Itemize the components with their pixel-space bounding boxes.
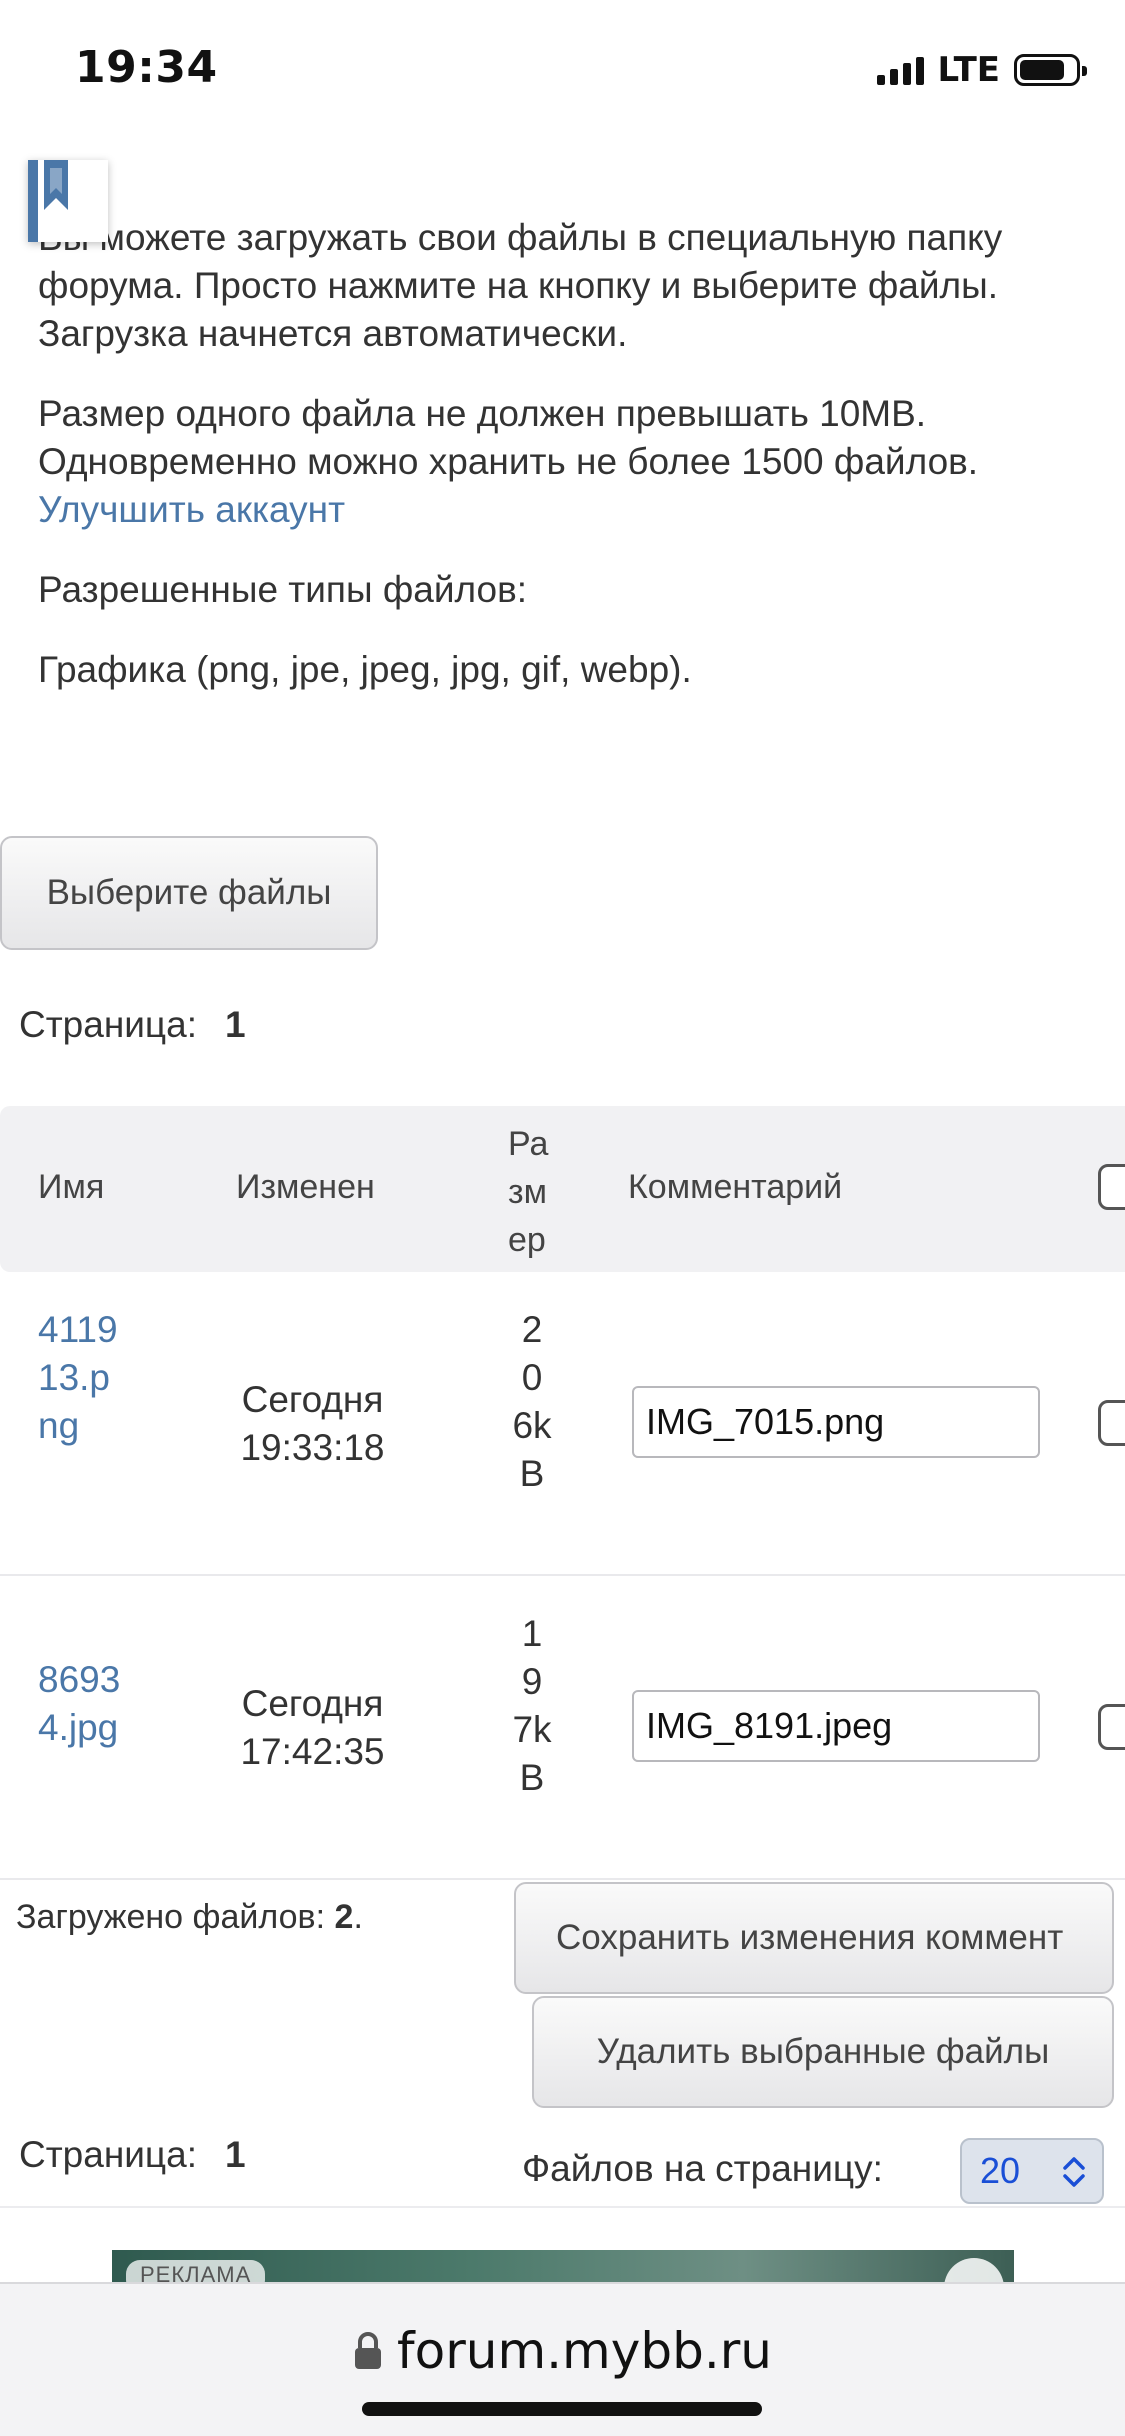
per-page-label: Файлов на страницу: — [522, 2148, 883, 2189]
save-comments-button[interactable]: Сохранить изменения коммент — [514, 1882, 1114, 1994]
uploaded-number: 2 — [334, 1898, 354, 1936]
bookmark-button[interactable] — [28, 160, 108, 242]
delete-selected-button[interactable]: Удалить выбранные файлы — [532, 1996, 1114, 2108]
modified-time: 17:42:35 — [240, 1731, 385, 1772]
per-page-select[interactable]: 20 — [960, 2138, 1104, 2204]
file-name-link[interactable]: 411913.png — [38, 1306, 128, 1450]
status-bar: 19:34 LTE — [0, 0, 1125, 125]
status-indicators: LTE — [876, 50, 1087, 90]
per-page-value: 20 — [980, 2150, 1021, 2191]
header-comment: Комментарий — [628, 1168, 843, 1206]
file-name-link[interactable]: 86934.jpg — [38, 1656, 128, 1752]
home-indicator[interactable] — [362, 2402, 762, 2416]
upgrade-account-link[interactable]: Улучшить аккаунт — [38, 489, 345, 530]
pager-label: Страница: — [19, 2134, 197, 2175]
uploaded-label: Загружено файлов: — [16, 1898, 326, 1936]
file-modified: Сегодня 19:33:18 — [200, 1376, 425, 1472]
browser-address-bar[interactable]: forum.mybb.ru — [0, 2282, 1125, 2436]
info-paragraph-2: Размер одного файла не должен превышать … — [38, 390, 1108, 534]
file-modified: Сегодня 17:42:35 — [200, 1680, 425, 1776]
modified-day: Сегодня — [241, 1379, 384, 1420]
row-select-checkbox[interactable] — [1098, 1400, 1125, 1446]
header-modified: Изменен — [236, 1168, 375, 1206]
pager-bottom: Страница: 1 — [19, 2134, 246, 2176]
allowed-types-label: Разрешенные типы файлов: — [38, 569, 528, 610]
choose-files-button[interactable]: Выберите файлы — [0, 836, 378, 950]
row-select-checkbox[interactable] — [1098, 1704, 1125, 1750]
modified-day: Сегодня — [241, 1683, 384, 1724]
row-divider — [0, 1574, 1125, 1576]
pager-current-page[interactable]: 1 — [225, 2134, 246, 2175]
header-name: Имя — [38, 1168, 105, 1206]
files-table-header: Имя Изменен Размер Комментарий — [0, 1106, 1125, 1272]
info-paragraph-1: Вы можете загружать свои файлы в специал… — [38, 217, 1003, 354]
header-size: Размер — [508, 1125, 549, 1259]
select-arrows-icon — [1063, 2157, 1085, 2187]
pager-top: Страница: 1 — [19, 1004, 246, 1046]
modified-time: 19:33:18 — [240, 1427, 385, 1468]
file-size: 197kB — [512, 1613, 552, 1798]
address-field[interactable]: forum.mybb.ru — [0, 2322, 1125, 2380]
battery-icon — [1014, 54, 1087, 86]
signal-icon — [876, 55, 924, 85]
upload-info: Вы можете загружать свои файлы в специал… — [38, 214, 1108, 726]
select-all-checkbox[interactable] — [1098, 1164, 1125, 1210]
comment-input[interactable]: IMG_7015.png — [632, 1386, 1040, 1458]
section-divider — [0, 2206, 1125, 2208]
row-divider — [0, 1878, 1125, 1880]
pager-current-page[interactable]: 1 — [225, 1004, 246, 1045]
size-limit-text: Размер одного файла не должен превышать … — [38, 393, 979, 482]
file-size: 206kB — [512, 1309, 552, 1494]
pager-label: Страница: — [19, 1004, 197, 1045]
allowed-types-list: Графика (png, jpe, jpeg, jpg, gif, webp)… — [38, 649, 692, 690]
lock-icon — [355, 2332, 382, 2369]
network-type: LTE — [937, 50, 1000, 90]
status-time: 19:34 — [75, 42, 218, 93]
comment-input[interactable]: IMG_8191.jpeg — [632, 1690, 1040, 1762]
url-text: forum.mybb.ru — [397, 2322, 772, 2380]
bookmark-icon — [28, 160, 68, 242]
uploaded-count: Загружено файлов: 2. — [16, 1898, 363, 1936]
